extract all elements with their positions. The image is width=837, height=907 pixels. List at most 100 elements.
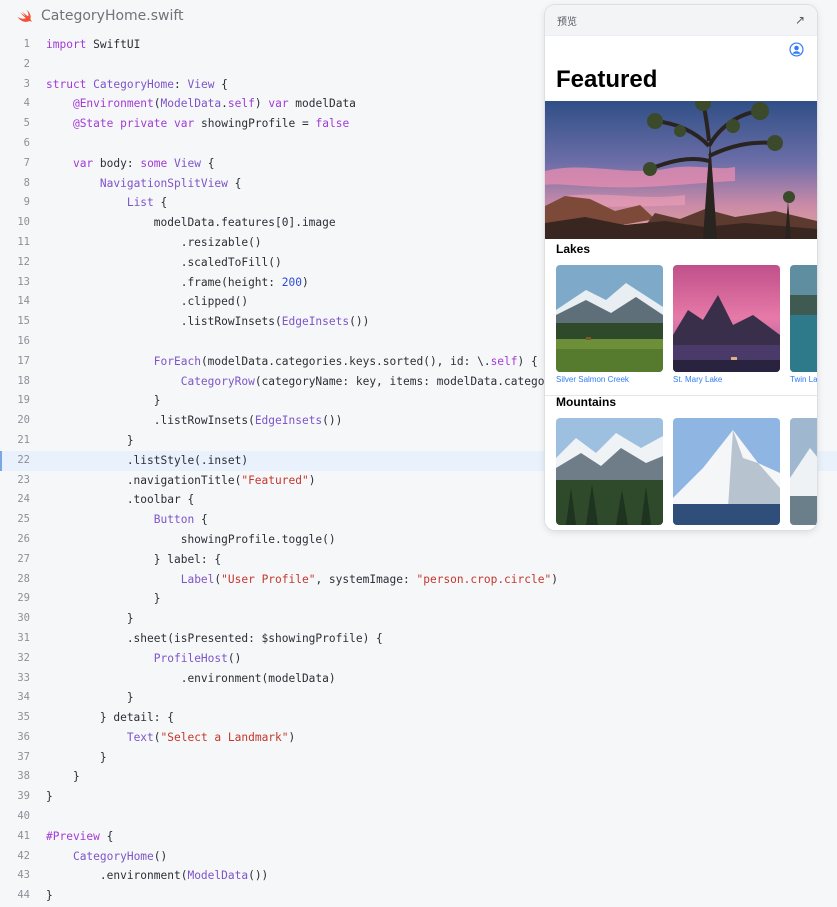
code-line[interactable]: 27 } label: { (0, 550, 837, 570)
code-token: ) (288, 730, 296, 744)
code-text[interactable]: CategoryHome() (46, 847, 167, 867)
code-text[interactable]: } (46, 589, 161, 609)
code-text[interactable]: struct CategoryHome: View { (46, 75, 228, 95)
category-item[interactable]: Twin Lake (790, 265, 817, 384)
featured-landmark-image[interactable] (545, 101, 817, 239)
code-line[interactable]: 41 #Preview { (0, 827, 837, 847)
code-token: "User Profile" (221, 572, 316, 586)
preview-titlebar: 预览 ↗ (545, 5, 817, 36)
code-text[interactable]: } (46, 391, 161, 411)
code-token: SwiftUI (86, 38, 141, 51)
code-text[interactable]: import SwiftUI (46, 35, 140, 55)
code-text[interactable]: ProfileHost() (46, 649, 242, 669)
code-text[interactable]: .sheet(isPresented: $showingProfile) { (46, 629, 383, 649)
code-line[interactable]: 26 showingProfile.toggle() (0, 530, 837, 550)
canvas-preview-panel: 预览 ↗ Featured Lakes Silver Salmon Creek … (545, 5, 817, 530)
code-text[interactable]: } (46, 431, 134, 451)
code-text[interactable]: .scaledToFill() (46, 253, 282, 273)
code-text[interactable]: .clipped() (46, 292, 248, 312)
line-number: 30 (17, 612, 30, 625)
code-line[interactable]: 36 Text("Select a Landmark") (0, 728, 837, 748)
code-token: .environment( (46, 869, 188, 883)
code-line[interactable]: 31 .sheet(isPresented: $showingProfile) … (0, 629, 837, 649)
code-text[interactable]: .listRowInsets(EdgeInsets()) (46, 411, 343, 431)
code-text[interactable]: .toolbar { (46, 490, 194, 510)
code-text[interactable]: @State private var showingProfile = fals… (46, 114, 349, 134)
category-title: Mountains (556, 395, 616, 409)
category-item[interactable]: St. Mary Lake (673, 265, 780, 384)
code-line[interactable]: 40 (0, 807, 837, 827)
code-line[interactable]: 38 } (0, 767, 837, 787)
line-number: 1 (23, 38, 30, 50)
file-name[interactable]: CategoryHome.swift (41, 8, 184, 24)
code-text[interactable]: } (46, 787, 53, 807)
code-text[interactable]: .resizable() (46, 233, 262, 253)
code-text[interactable]: .listRowInsets(EdgeInsets()) (46, 312, 370, 332)
code-text[interactable]: Text("Select a Landmark") (46, 728, 295, 748)
category-item[interactable]: Silver Salmon Creek (556, 265, 663, 384)
code-text[interactable]: ForEach(modelData.categories.keys.sorted… (46, 352, 585, 372)
code-text[interactable]: .frame(height: 200) (46, 273, 309, 293)
code-text[interactable]: Label("User Profile", systemImage: "pers… (46, 570, 558, 590)
category-item[interactable] (556, 418, 663, 528)
code-text[interactable]: List { (46, 193, 167, 213)
code-text[interactable]: var body: some View { (46, 154, 215, 174)
code-line[interactable]: 43 .environment(ModelData()) (0, 866, 837, 886)
code-text[interactable]: showingProfile.toggle() (46, 530, 336, 550)
code-token: private (120, 117, 168, 131)
code-text[interactable]: } (46, 748, 107, 768)
code-text[interactable]: NavigationSplitView { (46, 174, 241, 194)
code-token: } (46, 889, 53, 903)
code-text[interactable]: #Preview { (46, 827, 113, 847)
line-number: 24 (17, 493, 30, 506)
arrow-up-right-icon[interactable]: ↗ (795, 13, 805, 27)
line-number: 33 (17, 671, 30, 684)
code-text[interactable]: .listStyle(.inset) (46, 451, 248, 471)
code-text[interactable]: modelData.features[0].image (46, 213, 336, 233)
code-text[interactable]: Button { (46, 510, 208, 530)
line-number: 27 (17, 552, 30, 565)
code-line[interactable]: 44} (0, 886, 837, 906)
code-token: 200 (281, 275, 302, 289)
code-token: ( (153, 97, 161, 111)
code-text[interactable]: CategoryRow(categoryName: key, items: mo… (46, 372, 619, 392)
joshua-tree-image (545, 101, 817, 239)
code-text[interactable]: } label: { (46, 550, 221, 570)
navigation-title: Featured (556, 66, 658, 93)
code-line[interactable]: 34 } (0, 688, 837, 708)
landmark-name: Twin Lake (790, 375, 817, 384)
category-item[interactable] (673, 418, 780, 528)
code-line[interactable]: 30 } (0, 609, 837, 629)
person-crop-circle-icon[interactable] (789, 42, 804, 57)
code-line[interactable]: 39} (0, 787, 837, 807)
category-item[interactable] (790, 418, 817, 528)
code-token: Text (126, 730, 154, 744)
category-items-scroll[interactable]: Silver Salmon Creek St. Mary Lake Twin L… (556, 265, 817, 405)
code-text[interactable]: @Environment(ModelData.self) var modelDa… (46, 94, 356, 114)
code-line[interactable]: 37 } (0, 748, 837, 768)
category-items-scroll[interactable] (556, 418, 817, 530)
code-line[interactable]: 42 CategoryHome() (0, 847, 837, 867)
code-token: } (46, 770, 80, 784)
code-text[interactable]: } (46, 767, 80, 787)
code-text[interactable]: } (46, 609, 134, 629)
line-number: 4 (23, 97, 30, 110)
code-text[interactable]: .environment(ModelData()) (46, 866, 268, 886)
line-number: 36 (17, 730, 30, 743)
code-token: NavigationSplitView (99, 176, 228, 190)
code-text[interactable]: } (46, 886, 53, 906)
code-line[interactable]: 28 Label("User Profile", systemImage: "p… (0, 570, 837, 590)
code-line[interactable]: 29 } (0, 589, 837, 609)
code-token: () (153, 849, 168, 863)
code-token: "person.crop.circle" (416, 572, 552, 586)
code-line[interactable]: 32 ProfileHost() (0, 649, 837, 669)
device-screen[interactable]: Featured Lakes Silver Salmon Creek St. M… (545, 36, 817, 530)
code-line[interactable]: 35 } detail: { (0, 708, 837, 728)
code-line[interactable]: 33 .environment(modelData) (0, 669, 837, 689)
code-token: { (99, 829, 114, 843)
code-text[interactable]: } detail: { (46, 708, 174, 728)
code-text[interactable]: .navigationTitle("Featured") (46, 471, 316, 491)
code-text[interactable]: .environment(modelData) (46, 669, 336, 689)
code-text[interactable]: } (46, 688, 134, 708)
